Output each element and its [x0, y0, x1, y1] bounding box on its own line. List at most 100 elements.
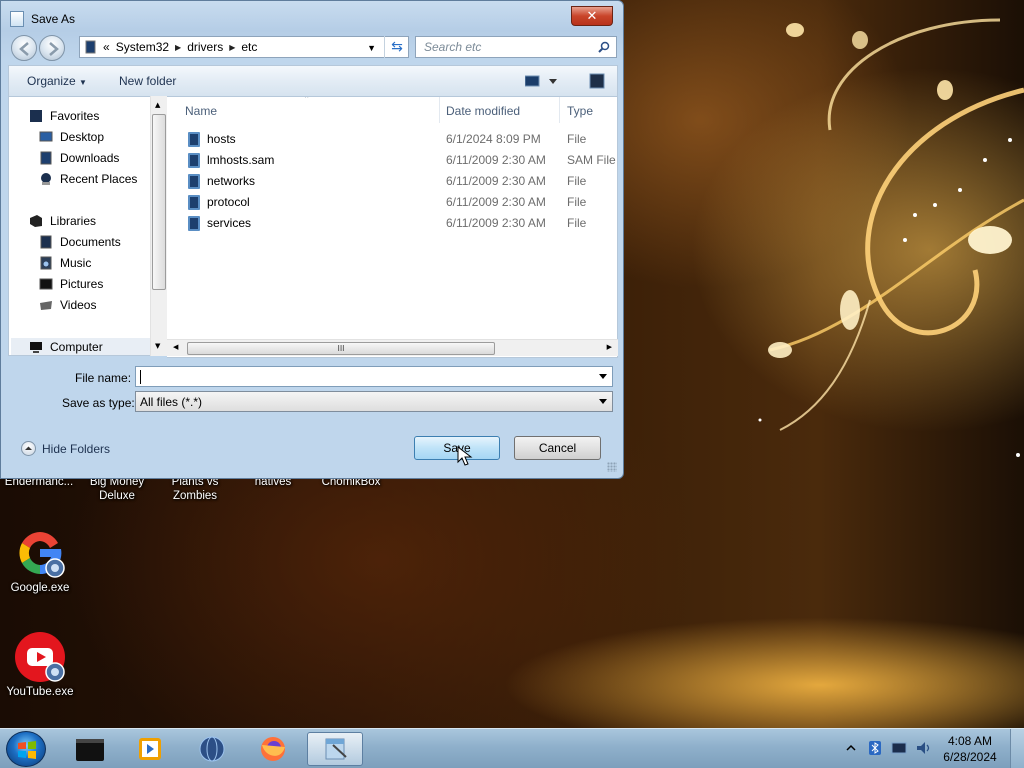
pictures-icon	[39, 278, 53, 290]
nav-documents[interactable]: Documents	[39, 233, 121, 251]
file-icon	[188, 216, 200, 231]
nav-libraries[interactable]: Libraries	[29, 212, 96, 230]
close-button[interactable]: ✕	[571, 6, 613, 26]
tray-network-icon[interactable]	[890, 739, 908, 757]
breadcrumb-chevron-icon[interactable]: ▶	[175, 43, 181, 52]
nav-downloads[interactable]: Downloads	[39, 149, 119, 167]
hide-folders-button[interactable]: Hide Folders	[21, 441, 110, 456]
file-name: hosts	[207, 132, 236, 146]
clock-date: 6/28/2024	[943, 750, 997, 764]
file-row[interactable]: services 6/11/2009 2:30 AM File	[167, 213, 617, 233]
desktop-icon-label: Google.exe	[10, 582, 70, 594]
resize-grip[interactable]	[607, 462, 617, 472]
dialog-titlebar[interactable]: Save As ✕	[1, 1, 623, 35]
scroll-down-icon[interactable]: ▼	[155, 342, 160, 350]
column-header-date[interactable]: Date modified	[446, 104, 520, 118]
refresh-button[interactable]: ⇆	[384, 36, 409, 58]
file-icon	[188, 153, 200, 168]
show-desktop-button[interactable]	[1010, 729, 1024, 768]
nav-desktop[interactable]: Desktop	[39, 128, 104, 146]
music-icon	[40, 256, 52, 270]
desktop-icon-youtube[interactable]: YouTube.exe	[0, 632, 80, 698]
file-type: File	[567, 216, 587, 230]
file-date: 6/11/2009 2:30 AM	[446, 216, 546, 230]
desktop-icon-google[interactable]: Google.exe	[0, 528, 80, 594]
organize-button[interactable]: Organize ▼	[27, 74, 87, 88]
file-type: File	[567, 132, 587, 146]
address-dropdown-icon[interactable]: ▼	[367, 43, 376, 53]
scroll-up-icon[interactable]: ▲	[155, 101, 160, 109]
hide-folders-label: Hide Folders	[42, 441, 111, 456]
file-name: networks	[207, 174, 256, 188]
address-bar[interactable]: « System32 ▶ drivers ▶ etc ▼	[79, 36, 409, 58]
file-name: lmhosts.sam	[207, 153, 275, 167]
navigation-scrollbar[interactable]: ▲ ▼	[150, 96, 167, 356]
refresh-icon: ⇆	[391, 39, 403, 55]
sort-indicator-icon: ^	[305, 96, 309, 102]
desktop-icon-label: YouTube.exe	[6, 686, 74, 698]
back-button[interactable]	[11, 35, 37, 61]
save-type-select[interactable]: All files (*.*)	[135, 391, 613, 412]
desktop-label-1[interactable]: Big Money Deluxe	[82, 475, 152, 503]
tray-expand-icon[interactable]	[846, 742, 856, 752]
firefox-icon	[261, 737, 285, 761]
navigation-pane: Favorites Desktop Downloads Recent Place…	[8, 96, 167, 356]
file-row[interactable]: protocol 6/11/2009 2:30 AM File	[167, 192, 617, 212]
file-row[interactable]: lmhosts.sam 6/11/2009 2:30 AM SAM File	[167, 150, 617, 170]
start-button[interactable]	[6, 731, 46, 767]
nav-recent-places[interactable]: Recent Places	[39, 170, 137, 188]
search-icon[interactable]	[598, 41, 610, 53]
breadcrumb-chevron-icon[interactable]: ▶	[229, 43, 235, 52]
column-header-name[interactable]: Name	[185, 104, 217, 118]
search-input[interactable]: Search etc	[415, 36, 617, 58]
save-type-dropdown-icon[interactable]	[599, 399, 607, 404]
nav-music[interactable]: Music	[39, 254, 91, 272]
breadcrumb-etc[interactable]: etc	[241, 40, 257, 54]
taskbar-app-media-player[interactable]	[122, 732, 178, 766]
scroll-right-icon[interactable]: ▶	[607, 343, 612, 351]
globe-icon	[199, 736, 225, 762]
preview-pane-button[interactable]	[589, 73, 605, 92]
column-header-type[interactable]: Type	[567, 104, 593, 118]
breadcrumb-drivers[interactable]: drivers	[187, 40, 223, 54]
file-icon	[188, 132, 200, 147]
nav-videos[interactable]: Videos	[39, 296, 96, 314]
desktop-label-2[interactable]: Plants vs Zombies	[160, 475, 230, 503]
nav-pictures[interactable]: Pictures	[39, 275, 103, 293]
file-name-input[interactable]	[135, 366, 613, 387]
file-list: Name ^ Date modified Type hosts 6/1/2024…	[167, 96, 618, 358]
file-date: 6/11/2009 2:30 AM	[446, 195, 546, 209]
column-divider[interactable]	[559, 97, 560, 123]
taskbar-app-terminal[interactable]	[62, 732, 118, 766]
youtube-icon	[15, 632, 65, 682]
view-button[interactable]	[524, 75, 559, 90]
file-date: 6/11/2009 2:30 AM	[446, 174, 546, 188]
taskbar-app-network[interactable]	[184, 732, 240, 766]
hscroll-thumb[interactable]: III	[187, 342, 495, 355]
preview-pane-icon	[589, 73, 605, 89]
file-name-dropdown-icon[interactable]	[599, 374, 607, 379]
file-date: 6/1/2024 8:09 PM	[446, 132, 541, 146]
forward-button[interactable]	[39, 35, 65, 61]
scroll-left-icon[interactable]: ◀	[173, 343, 178, 351]
new-folder-button[interactable]: New folder	[119, 74, 176, 88]
documents-icon	[40, 235, 52, 249]
nav-favorites[interactable]: Favorites	[29, 107, 99, 125]
file-row[interactable]: hosts 6/1/2024 8:09 PM File	[167, 129, 617, 149]
column-divider[interactable]	[439, 97, 440, 123]
address-overflow[interactable]: «	[103, 40, 110, 54]
file-list-hscrollbar[interactable]: ◀ III ▶	[167, 339, 618, 356]
breadcrumb-system32[interactable]: System32	[116, 40, 169, 54]
taskbar-app-notepad[interactable]	[307, 732, 363, 766]
downloads-icon	[40, 151, 52, 165]
tray-bluetooth-icon[interactable]	[866, 739, 884, 757]
file-row[interactable]: networks 6/11/2009 2:30 AM File	[167, 171, 617, 191]
taskbar-clock[interactable]: 4:08 AM 6/28/2024	[938, 733, 1002, 765]
taskbar-app-firefox[interactable]	[245, 732, 301, 766]
scroll-thumb[interactable]	[152, 114, 166, 290]
tray-volume-icon[interactable]	[914, 739, 932, 757]
nav-computer[interactable]: Computer	[11, 338, 153, 355]
cancel-button[interactable]: Cancel	[514, 436, 601, 460]
file-type: SAM File	[567, 153, 616, 167]
favorites-star-icon	[30, 110, 42, 122]
